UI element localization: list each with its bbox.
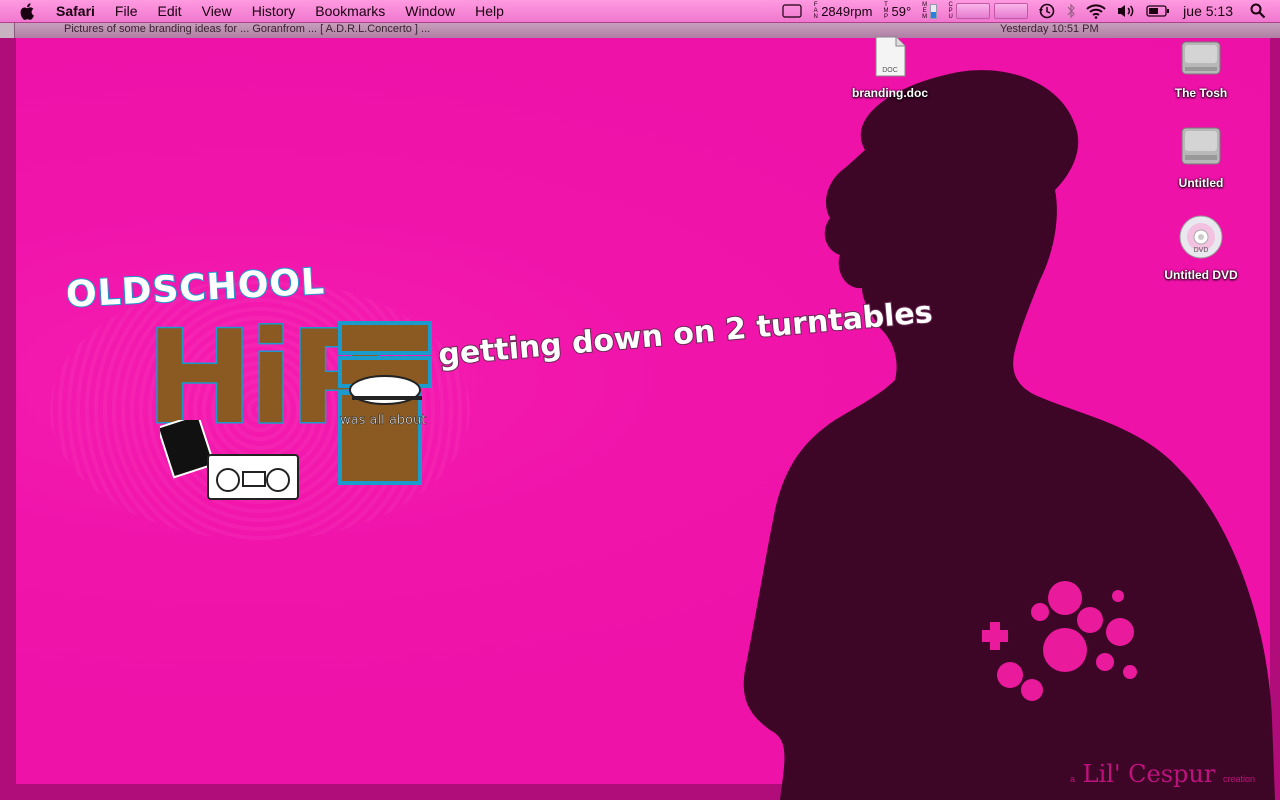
menu-window[interactable]: Window — [395, 0, 465, 22]
boombox-cassette-icon — [160, 420, 299, 500]
menu-app-safari[interactable]: Safari — [46, 0, 105, 22]
spotlight-search-icon[interactable] — [1250, 3, 1266, 19]
dvd-badge: DVD — [1194, 247, 1209, 254]
hard-drive-icon — [1181, 41, 1221, 75]
menu-view[interactable]: View — [192, 0, 242, 22]
fan-status[interactable]: FAN 2849rpm — [812, 2, 873, 20]
wifi-icon[interactable] — [1086, 3, 1106, 19]
desktop-icon-label: The Tosh — [1174, 86, 1228, 100]
memory-bar — [930, 3, 938, 19]
cpu-graph-2 — [994, 3, 1029, 19]
time-machine-icon[interactable] — [1038, 2, 1056, 20]
desktop-icon-branding-doc[interactable]: DOC branding.doc — [835, 36, 945, 100]
memory-status[interactable]: MEM — [921, 2, 938, 20]
apple-menu-icon[interactable] — [18, 2, 36, 20]
menu-file[interactable]: File — [105, 0, 148, 22]
bluetooth-icon[interactable] — [1066, 3, 1076, 19]
fan-label: FAN — [813, 2, 818, 20]
menu-bookmarks[interactable]: Bookmarks — [305, 0, 395, 22]
temperature-status[interactable]: TMP 59° — [883, 2, 912, 20]
desktop-icon-label: branding.doc — [852, 86, 928, 100]
desktop-icon-label: Untitled — [1178, 176, 1224, 190]
mem-label: MEM — [922, 2, 928, 20]
wallpaper-hop-glyph — [338, 321, 432, 485]
volume-icon[interactable] — [1116, 3, 1136, 19]
cpu-label: CPU — [948, 2, 953, 20]
doc-badge: DOC — [882, 67, 898, 74]
desktop-icon-the-tosh[interactable]: The Tosh — [1146, 34, 1256, 100]
menu-help[interactable]: Help — [465, 0, 514, 22]
doc-file-icon: DOC — [875, 36, 906, 77]
cpu-status[interactable]: CPU — [947, 2, 1029, 20]
desktop-icon-untitled-dvd[interactable]: DVD Untitled DVD — [1146, 214, 1256, 282]
signature-name: Lil' Cespur — [1082, 760, 1216, 788]
fan-speed: 2849rpm — [821, 3, 873, 19]
temp-label: TMP — [883, 2, 889, 20]
cpu-graph-1 — [956, 3, 991, 19]
wallpaper-signature: a Lil' Cespur creation — [1070, 760, 1255, 788]
wallpaper-was-all-about-text: was all about — [340, 413, 427, 429]
menu-bar: Safari File Edit View History Bookmarks … — [0, 0, 1280, 23]
battery-icon[interactable] — [1146, 4, 1170, 18]
temperature-value: 59° — [891, 3, 912, 19]
dvd-disc-icon: DVD — [1179, 215, 1223, 259]
hard-drive-icon — [1181, 127, 1221, 165]
display-menu-icon[interactable] — [782, 4, 802, 18]
status-menus: FAN 2849rpm TMP 59° MEM CPU jue 5:13 — [777, 0, 1280, 22]
signature-prefix: a — [1070, 774, 1076, 784]
menu-history[interactable]: History — [242, 0, 306, 22]
desktop-icon-untitled[interactable]: Untitled — [1146, 124, 1256, 190]
signature-suffix: creation — [1223, 774, 1256, 784]
menu-clock[interactable]: jue 5:13 — [1183, 3, 1233, 19]
menu-edit[interactable]: Edit — [147, 0, 191, 22]
desktop-icon-label: Untitled DVD — [1164, 268, 1238, 282]
